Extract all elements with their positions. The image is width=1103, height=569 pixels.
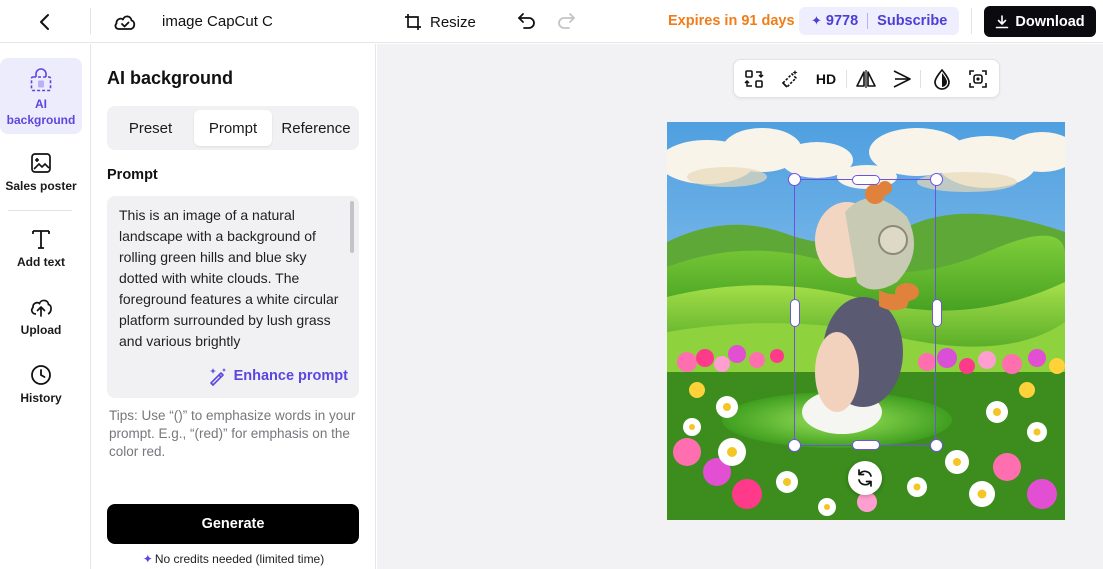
image-toolbar: HD: [733, 59, 1000, 98]
resize-handle-right[interactable]: [932, 299, 942, 327]
replace-button[interactable]: [742, 67, 766, 91]
flip-icon: [856, 70, 876, 88]
cloud-icon: [114, 15, 136, 30]
magic-wand-icon: [209, 368, 226, 386]
cloud-save-button[interactable]: [112, 9, 138, 35]
download-icon: [996, 14, 1009, 28]
focus-button[interactable]: [966, 67, 990, 91]
enhance-label: Enhance prompt: [233, 368, 348, 384]
resize-handle-left[interactable]: [790, 299, 800, 327]
rail-item-label: History: [20, 391, 62, 405]
erase-icon: [781, 70, 798, 89]
history-icon: [31, 365, 51, 385]
rail-item-label: Sales poster: [5, 179, 77, 193]
rail-item-label: Upload: [20, 323, 62, 337]
rotate-button[interactable]: [848, 461, 882, 495]
sparkle-icon: ✦: [142, 552, 153, 566]
rail-item-label: Add text: [17, 255, 65, 269]
prompt-heading: Prompt: [107, 167, 158, 183]
divider: [971, 8, 972, 34]
rail-item-ai-background[interactable]: AI background: [0, 58, 82, 134]
rail-item-sales-poster[interactable]: Sales poster: [0, 152, 82, 194]
resize-button[interactable]: Resize: [404, 9, 476, 35]
resize-handle-bottom-right[interactable]: [930, 439, 943, 452]
opacity-icon: [934, 68, 950, 90]
tips-text: Tips: Use “()” to emphasize words in you…: [109, 408, 356, 459]
hd-button[interactable]: HD: [813, 67, 839, 91]
arrange-icon: [893, 70, 911, 88]
text-icon: [32, 230, 50, 249]
rail-item-add-text[interactable]: Add text: [0, 228, 82, 270]
rotate-icon: [858, 469, 872, 487]
poster-icon: [31, 153, 51, 173]
mode-tabs: Preset Prompt Reference: [107, 106, 359, 150]
lock-icon: [30, 68, 52, 92]
rail-item-history[interactable]: History: [0, 364, 82, 406]
panel-title: AI background: [107, 68, 234, 88]
divider: [920, 70, 921, 88]
prompt-textarea[interactable]: This is an image of a natural landscape …: [107, 196, 359, 398]
rail-item-label: AI background: [6, 97, 76, 127]
resize-handle-bottom[interactable]: [852, 440, 880, 450]
no-credits-label: No credits needed (limited time): [154, 552, 325, 566]
tab-preset[interactable]: Preset: [111, 110, 190, 146]
prompt-text[interactable]: This is an image of a natural landscape …: [119, 205, 341, 351]
redo-button[interactable]: [554, 9, 578, 33]
resize-handle-top-left[interactable]: [788, 173, 801, 186]
download-button[interactable]: Download: [984, 6, 1096, 37]
resize-icon: [405, 14, 421, 30]
resize-handle-top-right[interactable]: [930, 173, 943, 186]
divider: [867, 13, 869, 29]
arrange-button[interactable]: [890, 67, 914, 91]
download-label: Download: [1015, 13, 1085, 30]
tab-prompt[interactable]: Prompt: [194, 110, 272, 146]
divider: [846, 70, 847, 88]
sparkle-icon: ✦: [811, 13, 822, 28]
left-rail: AI background Sales poster Add text Uplo…: [0, 44, 91, 569]
canvas-area[interactable]: HD: [377, 44, 1103, 569]
credits-count: 9778: [825, 13, 859, 29]
generate-button[interactable]: Generate: [107, 504, 359, 544]
credits-subscribe-pill[interactable]: ✦ 9778 Subscribe: [799, 7, 959, 35]
resize-handle-top[interactable]: [852, 175, 880, 185]
resize-label: Resize: [430, 13, 476, 31]
enhance-prompt-button[interactable]: Enhance prompt: [208, 366, 348, 386]
chevron-left-icon: [40, 14, 49, 30]
back-button[interactable]: [32, 9, 58, 35]
ai-background-panel: AI background Preset Prompt Reference Pr…: [91, 44, 376, 569]
rail-item-upload[interactable]: Upload: [0, 296, 82, 338]
divider: [90, 8, 91, 34]
flip-button[interactable]: [854, 67, 878, 91]
selection-box[interactable]: [794, 179, 936, 446]
subscribe-label[interactable]: Subscribe: [877, 13, 947, 29]
focus-icon: [969, 70, 987, 88]
divider: [8, 210, 72, 211]
undo-icon: [518, 13, 535, 29]
tab-reference[interactable]: Reference: [277, 110, 355, 146]
project-title[interactable]: image CapCut C: [162, 13, 272, 30]
replace-icon: [744, 70, 764, 88]
opacity-button[interactable]: [930, 67, 954, 91]
top-bar: image CapCut C Resize Expires in 91 days…: [0, 0, 1103, 43]
upload-icon: [30, 299, 52, 317]
redo-icon: [558, 13, 575, 29]
undo-button[interactable]: [515, 9, 539, 33]
resize-handle-bottom-left[interactable]: [788, 439, 801, 452]
expires-label: Expires in 91 days: [668, 13, 795, 29]
erase-button[interactable]: [778, 67, 802, 91]
scrollbar-thumb[interactable]: [350, 201, 354, 253]
no-credits-note: ✦ No credits needed (limited time): [91, 552, 376, 566]
